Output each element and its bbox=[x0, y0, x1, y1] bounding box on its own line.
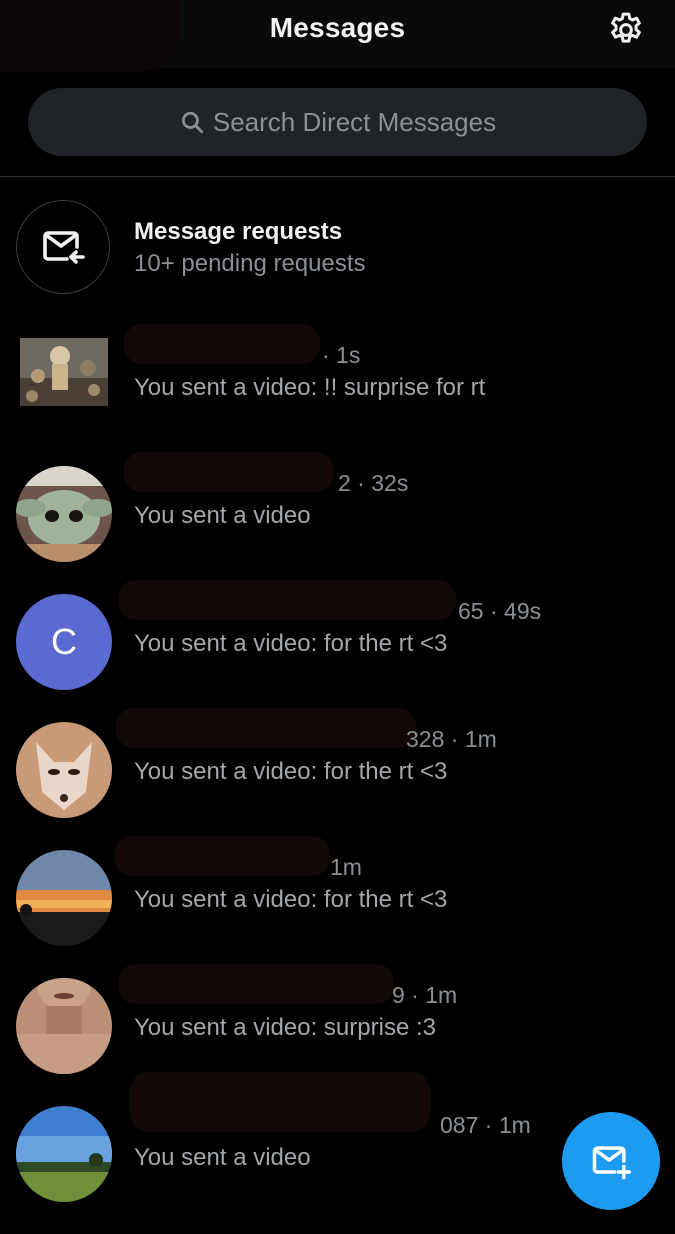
search-icon bbox=[181, 111, 204, 134]
divider bbox=[0, 176, 675, 177]
conversation-row[interactable]: · 1s You sent a video: !! surprise for r… bbox=[0, 324, 675, 466]
new-message-icon bbox=[592, 1146, 632, 1180]
conversation-preview: You sent a video: for the rt <3 bbox=[134, 758, 448, 785]
redacted-username bbox=[114, 836, 330, 876]
conversation-meta: 2 · 32s bbox=[338, 470, 409, 496]
redacted-username bbox=[124, 452, 334, 492]
conversation-row[interactable]: 1m You sent a video: for the rt <3 bbox=[0, 836, 675, 978]
conversation-meta: 1m bbox=[330, 854, 362, 880]
conversation-preview: You sent a video: for the rt <3 bbox=[134, 886, 448, 913]
redacted-username bbox=[118, 580, 456, 620]
new-message-button[interactable] bbox=[562, 1112, 660, 1210]
redacted-username bbox=[130, 1072, 430, 1132]
message-requests-button[interactable] bbox=[16, 200, 110, 294]
avatar-letter: C bbox=[51, 621, 77, 662]
search-placeholder: Search Direct Messages bbox=[212, 106, 497, 137]
conversation-meta: · 1s bbox=[322, 342, 361, 368]
avatar bbox=[16, 850, 112, 946]
conversation-meta: 9 · 1m bbox=[392, 982, 458, 1008]
avatar bbox=[20, 338, 108, 406]
conversation-preview: You sent a video: for the rt <3 bbox=[134, 630, 448, 657]
conversation-meta: 087 · 1m bbox=[440, 1112, 531, 1138]
conversation-preview: You sent a video: surprise :3 bbox=[134, 1014, 436, 1041]
redacted-username bbox=[116, 708, 416, 748]
search-input[interactable]: Search Direct Messages bbox=[28, 88, 647, 156]
avatar bbox=[16, 1106, 112, 1202]
mail-incoming-icon bbox=[43, 231, 85, 264]
conversation-preview: You sent a video bbox=[134, 502, 311, 529]
conversation-meta: 65 · 49s bbox=[458, 598, 542, 624]
redacted-username bbox=[118, 964, 394, 1004]
conversation-row[interactable]: 328 · 1m You sent a video: for the rt <3 bbox=[0, 708, 675, 850]
conversation-row[interactable]: C 65 · 49s You sent a video: for the rt … bbox=[0, 580, 675, 722]
redacted-username bbox=[124, 324, 320, 364]
conversation-preview: You sent a video: !! surprise for rt bbox=[134, 374, 486, 401]
conversation-preview: You sent a video bbox=[134, 1144, 311, 1171]
message-requests-title[interactable]: Message requests bbox=[134, 218, 342, 246]
gear-icon[interactable] bbox=[606, 10, 646, 50]
page-title: Messages bbox=[269, 12, 406, 43]
avatar bbox=[16, 978, 112, 1074]
message-requests-subtitle: 10+ pending requests bbox=[134, 250, 366, 277]
avatar: C bbox=[16, 594, 112, 690]
avatar bbox=[16, 722, 112, 818]
avatar bbox=[16, 466, 112, 562]
conversation-row[interactable]: 2 · 32s You sent a video bbox=[0, 452, 675, 594]
conversation-meta: 328 · 1m bbox=[406, 726, 497, 752]
